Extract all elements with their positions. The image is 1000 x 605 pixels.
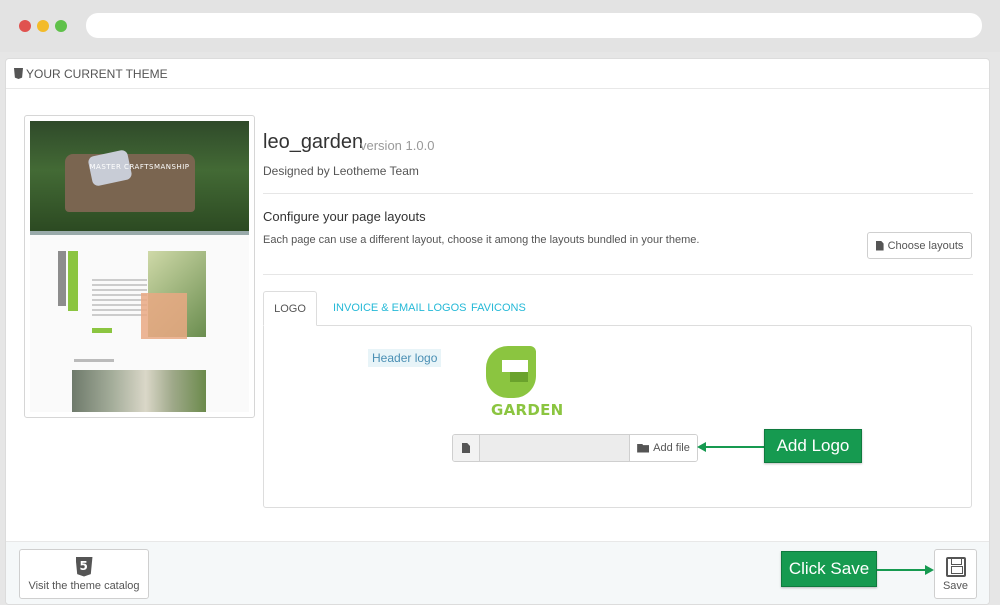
panel-title: YOUR CURRENT THEME — [26, 67, 168, 81]
annotation-arrowhead — [925, 565, 934, 575]
file-type-icon — [453, 435, 480, 461]
garden-g-bar — [510, 372, 528, 382]
annotation-arrow-add-logo — [706, 446, 764, 448]
annotation-arrow-click-save — [877, 569, 928, 571]
theme-catalog-label: Visit the theme catalog — [28, 579, 140, 592]
current-theme-panel: YOUR CURRENT THEME MASTER CRAFTSMANSHIP … — [5, 58, 990, 605]
html5-icon — [75, 556, 93, 577]
preview-hero-text: MASTER CRAFTSMANSHIP — [89, 163, 190, 171]
preview-gallery — [72, 370, 206, 412]
panel-heading: YOUR CURRENT THEME — [6, 59, 989, 89]
header-logo-label: Header logo — [368, 349, 442, 367]
file-icon — [875, 240, 884, 251]
annotation-click-save: Click Save — [781, 551, 877, 587]
theme-preview: MASTER CRAFTSMANSHIP — [24, 115, 255, 418]
theme-catalog-button[interactable]: Visit the theme catalog — [19, 549, 149, 599]
theme-preview-image: MASTER CRAFTSMANSHIP — [30, 121, 249, 412]
window-minimize-dot[interactable] — [37, 20, 49, 32]
choose-layouts-label: Choose layouts — [887, 239, 964, 252]
preview-accent-bar — [68, 251, 78, 311]
tab-favicons[interactable]: FAVICONS — [471, 291, 526, 326]
layouts-title: Configure your page layouts — [263, 209, 426, 224]
theme-author: Designed by Leotheme Team — [263, 164, 419, 178]
window-maximize-dot[interactable] — [55, 20, 67, 32]
save-label: Save — [942, 579, 969, 592]
save-button[interactable]: Save — [934, 549, 977, 599]
preview-photo-frame — [141, 293, 187, 339]
theme-name: leo_garden — [263, 131, 364, 153]
file-icon — [462, 443, 470, 453]
divider — [263, 193, 973, 194]
tab-invoice-email-logos[interactable]: INVOICE & EMAIL LOGOS — [333, 291, 466, 326]
annotation-arrowhead — [697, 442, 706, 452]
preview-decorate-heading — [58, 251, 66, 306]
garden-logo-image: GARDEN — [482, 346, 572, 421]
theme-version: version 1.0.0 — [360, 138, 435, 153]
add-file-button[interactable]: Add file — [629, 435, 697, 461]
preview-button — [92, 328, 112, 333]
layouts-description: Each page can use a different layout, ch… — [263, 234, 700, 246]
folder-open-icon — [637, 443, 650, 453]
add-file-label: Add file — [653, 442, 690, 454]
annotation-add-logo: Add Logo — [764, 429, 862, 463]
divider — [263, 274, 973, 275]
logo-file-input[interactable] — [480, 435, 629, 461]
html5-icon — [14, 68, 23, 79]
preview-section-label — [74, 359, 114, 362]
preview-strip — [30, 231, 249, 235]
window-close-dot[interactable] — [19, 20, 31, 32]
logo-file-upload: Add file — [452, 434, 698, 462]
choose-layouts-button[interactable]: Choose layouts — [867, 232, 972, 259]
garden-g-cutout — [502, 360, 528, 372]
tab-logo[interactable]: LOGO — [263, 291, 317, 326]
preview-text-lines — [92, 279, 147, 319]
browser-chrome — [0, 0, 1000, 52]
address-bar[interactable] — [86, 13, 982, 38]
save-icon — [945, 556, 966, 577]
garden-logo-text: GARDEN — [491, 401, 564, 419]
